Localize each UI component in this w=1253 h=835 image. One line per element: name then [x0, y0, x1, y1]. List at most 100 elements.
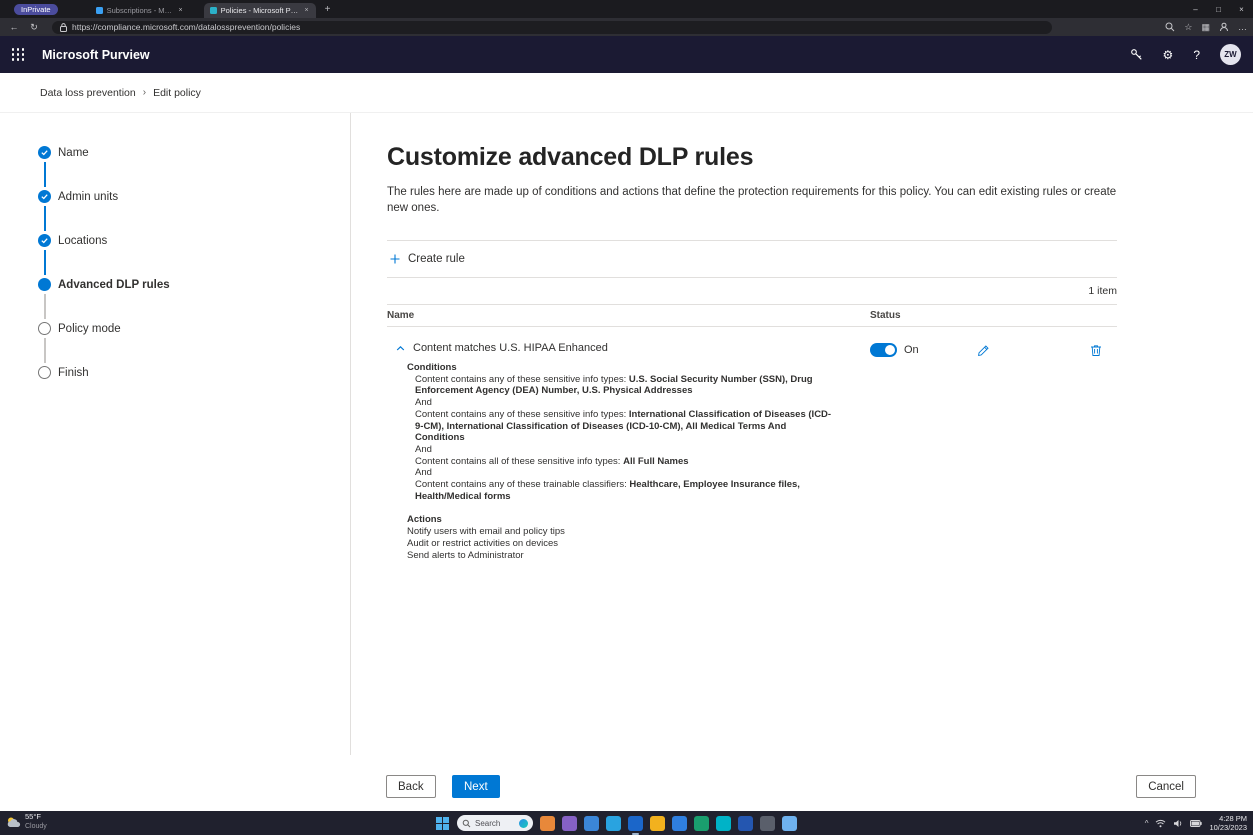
- wizard-stepper: Name Admin units Locations Advanced DLP …: [0, 113, 351, 755]
- stepper-step-advanced-dlp-rules[interactable]: Advanced DLP rules: [38, 278, 350, 291]
- window-maximize-button[interactable]: □: [1207, 0, 1230, 18]
- delete-rule-button[interactable]: [1088, 342, 1104, 359]
- taskbar-app-icon[interactable]: [716, 816, 731, 831]
- table-header: Name Status: [387, 304, 1117, 327]
- step-connector: [44, 338, 46, 363]
- taskbar-app-icon[interactable]: [760, 816, 775, 831]
- tray-chevron-icon[interactable]: ^: [1145, 819, 1149, 828]
- collections-icon[interactable]: ▦: [1201, 22, 1210, 33]
- back-button[interactable]: ←: [4, 22, 24, 32]
- step-upcoming-icon: [38, 322, 51, 335]
- taskbar-clock[interactable]: 4:28 PM 10/23/2023: [1209, 814, 1247, 833]
- weather-icon: [6, 816, 21, 828]
- inprivate-badge: InPrivate: [14, 4, 58, 15]
- next-button[interactable]: Next: [452, 775, 500, 798]
- step-connector: [44, 294, 46, 319]
- key-icon[interactable]: [1130, 48, 1143, 61]
- favorites-star-icon[interactable]: ☆: [1184, 22, 1192, 33]
- taskbar-app-icon[interactable]: [782, 816, 797, 831]
- browser-tab-inactive[interactable]: Subscriptions - Microsoft 365 ad ×: [90, 3, 190, 18]
- create-rule-button[interactable]: Create rule: [387, 249, 471, 269]
- edit-rule-button[interactable]: [975, 342, 992, 359]
- cancel-button[interactable]: Cancel: [1136, 775, 1196, 798]
- window-minimize-button[interactable]: –: [1184, 0, 1207, 18]
- taskbar-weather-widget[interactable]: 55°F Cloudy: [6, 812, 47, 832]
- taskbar-center: Search: [435, 811, 797, 835]
- main-content: Customize advanced DLP rules The rules h…: [351, 113, 1253, 755]
- app-header: Microsoft Purview ⚙ ? ZW: [0, 36, 1253, 73]
- page-title: Customize advanced DLP rules: [387, 143, 1117, 172]
- refresh-button[interactable]: ↻: [24, 22, 44, 33]
- taskbar-app-icon[interactable]: [584, 816, 599, 831]
- rule-action: Audit or restrict activities on devices: [407, 538, 870, 550]
- back-button[interactable]: Back: [386, 775, 436, 798]
- rule-status-cell: On: [870, 342, 1117, 358]
- conditions-block: Content contains any of these sensitive …: [407, 374, 832, 503]
- profile-icon[interactable]: [1219, 22, 1229, 32]
- search-icon: [462, 819, 471, 828]
- rule-status-label: On: [904, 344, 919, 356]
- search-label: Search: [475, 819, 500, 828]
- actions-heading: Actions: [407, 514, 870, 526]
- account-avatar[interactable]: ZW: [1220, 44, 1241, 65]
- browser-tab-active[interactable]: Policies - Microsoft Purview ×: [204, 3, 316, 18]
- create-rule-label: Create rule: [408, 253, 465, 265]
- taskbar-app-icon[interactable]: [628, 816, 643, 831]
- stepper-step-locations[interactable]: Locations: [38, 234, 350, 247]
- new-tab-button[interactable]: +: [325, 4, 331, 15]
- windows-logo-icon: [436, 817, 449, 830]
- browser-menu-icon[interactable]: …: [1238, 22, 1247, 32]
- weather-temp: 55°F: [25, 812, 47, 822]
- rule-action: Send alerts to Administrator: [407, 550, 870, 562]
- step-upcoming-icon: [38, 366, 51, 379]
- column-header-name[interactable]: Name: [387, 310, 870, 321]
- volume-icon[interactable]: [1173, 819, 1183, 828]
- column-header-status[interactable]: Status: [870, 310, 1117, 321]
- tab-title: Subscriptions - Microsoft 365 ad: [107, 6, 174, 15]
- breadcrumb-parent[interactable]: Data loss prevention: [40, 87, 136, 99]
- waffle-icon: [12, 48, 25, 61]
- stepper-step-name[interactable]: Name: [38, 146, 350, 159]
- window-close-button[interactable]: ×: [1230, 0, 1253, 18]
- step-connector: [44, 206, 46, 231]
- taskbar-app-icon[interactable]: [738, 816, 753, 831]
- tab-close-icon[interactable]: ×: [304, 7, 310, 14]
- rule-status-toggle[interactable]: [870, 343, 897, 357]
- item-count: 1 item: [387, 285, 1117, 297]
- screen: InPrivate Subscriptions - Microsoft 365 …: [0, 0, 1253, 835]
- search-zoom-icon[interactable]: [1165, 22, 1175, 32]
- app-launcher-button[interactable]: [0, 36, 36, 73]
- page-description: The rules here are made up of conditions…: [387, 185, 1117, 216]
- condition-prefix: Content contains any of these sensitive …: [415, 409, 629, 420]
- url-text: https://compliance.microsoft.com/datalos…: [72, 22, 300, 32]
- content-area: Name Admin units Locations Advanced DLP …: [0, 113, 1253, 755]
- taskbar-app-icon[interactable]: [650, 816, 665, 831]
- rule-name[interactable]: Content matches U.S. HIPAA Enhanced: [413, 342, 608, 354]
- collapse-rule-button[interactable]: [395, 343, 406, 354]
- stepper-step-admin-units[interactable]: Admin units: [38, 190, 350, 203]
- taskbar-app-icon[interactable]: [606, 816, 621, 831]
- stepper-step-policy-mode[interactable]: Policy mode: [38, 322, 350, 335]
- wifi-icon[interactable]: [1155, 819, 1166, 828]
- weather-condition: Cloudy: [25, 822, 47, 832]
- trash-icon: [1090, 344, 1102, 357]
- search-highlights-icon: [519, 819, 528, 828]
- condition-connector: And: [415, 397, 832, 409]
- battery-icon[interactable]: [1190, 820, 1202, 827]
- tab-close-icon[interactable]: ×: [178, 7, 184, 14]
- taskbar-search[interactable]: Search: [457, 815, 533, 831]
- taskbar-app-icon[interactable]: [540, 816, 555, 831]
- taskbar: 55°F Cloudy Search: [0, 811, 1253, 835]
- system-tray: ^ 4:28 PM 10/23/2023: [1145, 811, 1247, 835]
- start-button[interactable]: [435, 816, 450, 831]
- stepper-step-finish[interactable]: Finish: [38, 366, 350, 379]
- clock-date: 10/23/2023: [1209, 823, 1247, 833]
- settings-gear-icon[interactable]: ⚙: [1163, 48, 1174, 62]
- help-icon[interactable]: ?: [1193, 48, 1200, 62]
- taskbar-app-icon[interactable]: [562, 816, 577, 831]
- header-actions: ⚙ ? ZW: [1130, 44, 1241, 65]
- taskbar-app-icon[interactable]: [672, 816, 687, 831]
- address-bar[interactable]: https://compliance.microsoft.com/datalos…: [52, 21, 1052, 34]
- taskbar-app-icon[interactable]: [694, 816, 709, 831]
- step-complete-icon: [38, 146, 51, 159]
